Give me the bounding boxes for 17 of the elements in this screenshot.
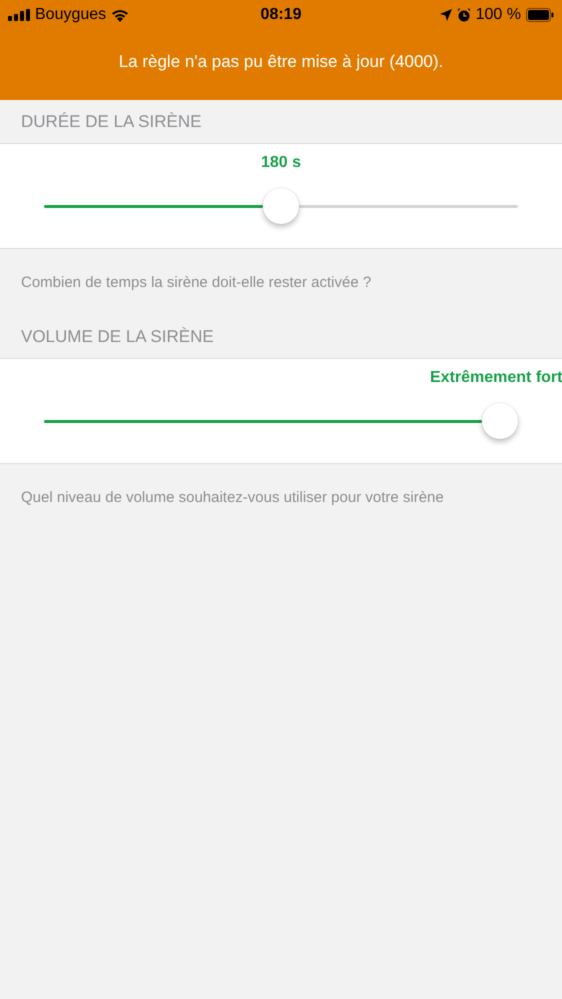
clock-time: 08:19 <box>260 6 302 24</box>
location-arrow-icon <box>440 9 452 21</box>
slider-thumb[interactable] <box>482 403 518 439</box>
slider-value: 180 s <box>261 154 302 172</box>
wifi-icon <box>111 8 130 22</box>
section-footer: Quel niveau de volume souhaitez-vous utiliser pour votre sirène <box>0 464 562 530</box>
slider[interactable] <box>44 403 518 439</box>
alarm-clock-icon <box>456 8 471 22</box>
section-footer: Combien de temps la sirène doit-elle rester activée ? <box>0 249 562 315</box>
battery-icon <box>526 8 554 22</box>
error-message: La règle n'a pas pu être mise à jour (4000). <box>118 51 444 72</box>
slider-value: Extrêmement fort <box>430 369 562 387</box>
carrier-name: Bouygues <box>35 6 106 24</box>
signal-icon <box>8 9 30 21</box>
slider-thumb[interactable] <box>263 188 299 224</box>
battery-percent: 100 % <box>476 6 521 24</box>
slider[interactable] <box>44 188 518 224</box>
